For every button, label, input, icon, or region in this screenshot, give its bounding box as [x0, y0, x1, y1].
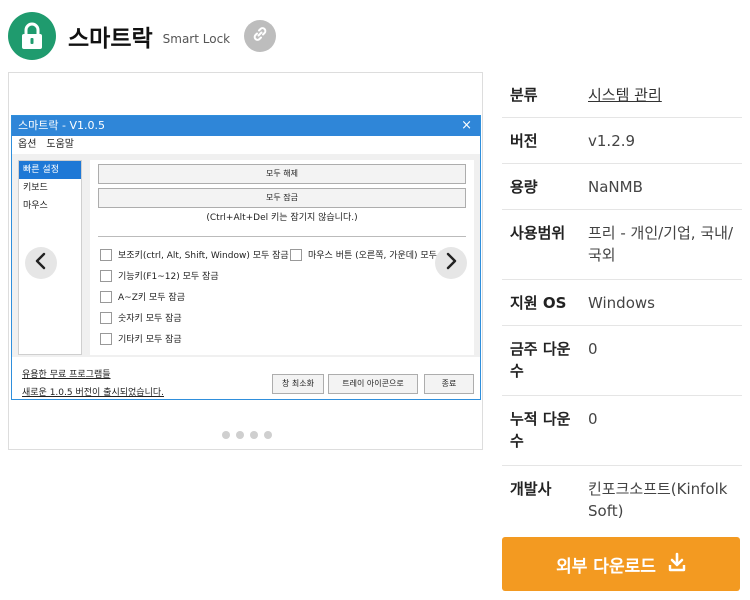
- window-titlebar: 스마트락 - V1.0.5 ×: [12, 116, 480, 136]
- sidebar-item-mouse[interactable]: 마우스: [19, 197, 81, 215]
- menu-options[interactable]: 옵션: [18, 136, 36, 154]
- window-menubar: 옵션 도움말: [12, 136, 480, 154]
- free-programs-link[interactable]: 유용한 무료 프로그램들: [22, 367, 111, 380]
- checkbox-label: 기능키(F1~12) 모두 잠금: [118, 272, 219, 282]
- info-row-version: 버전 v1.2.9: [502, 118, 742, 164]
- info-row-total-downloads: 누적 다운수 0: [502, 396, 742, 466]
- checkbox-label: 보조키(ctrl, Alt, Shift, Window) 모두 잠금: [118, 251, 289, 261]
- unlock-all-button[interactable]: 모두 해제: [98, 164, 466, 184]
- checkbox-box[interactable]: [100, 290, 112, 303]
- gallery-dot[interactable]: [221, 431, 230, 439]
- settings-panel: 모두 해제 모두 잠금 (Ctrl+Alt+Del 키는 잠기지 않습니다.) …: [90, 160, 474, 355]
- link-icon: [251, 25, 269, 47]
- app-subtitle: Smart Lock: [162, 32, 231, 46]
- info-value: NaNMB: [588, 178, 643, 196]
- menu-help[interactable]: 도움말: [46, 136, 74, 154]
- gallery-dot[interactable]: [263, 431, 272, 439]
- checkbox-modifier-keys[interactable]: 보조키(ctrl, Alt, Shift, Window) 모두 잠금: [100, 248, 289, 261]
- checkbox-box[interactable]: [100, 311, 112, 324]
- gallery-image: 스마트락 - V1.0.5 × 옵션 도움말 빠른 설정 키보드 마우스 모두 …: [11, 115, 481, 478]
- checkbox-label: A~Z키 모두 잠금: [118, 293, 185, 303]
- info-value: 0: [588, 410, 598, 428]
- window-footer: 유용한 무료 프로그램들 새로운 1.0.5 버전이 출시되었습니다. 창 최소…: [12, 359, 480, 399]
- gallery-next-button[interactable]: [435, 247, 467, 279]
- checkbox-box[interactable]: [100, 332, 112, 345]
- info-row-category: 분류 시스템 관리: [502, 72, 742, 118]
- window-title: 스마트락 - V1.0.5: [18, 119, 105, 132]
- info-label: 누적 다운수: [510, 410, 571, 450]
- info-label: 버전: [510, 132, 538, 150]
- app-header: 스마트락 Smart Lock: [8, 12, 277, 60]
- info-label: 지원 OS: [510, 294, 567, 312]
- sidebar-item-keyboard[interactable]: 키보드: [19, 179, 81, 197]
- gallery-pagination: [9, 431, 484, 439]
- info-row-weekly-downloads: 금주 다운수 0: [502, 326, 742, 396]
- info-value: 프리 - 개인/기업, 국내/국외: [588, 224, 733, 264]
- checkbox-other-keys[interactable]: 기타키 모두 잠금: [100, 332, 182, 345]
- checkbox-label: 기타키 모두 잠금: [118, 335, 182, 345]
- link-button[interactable]: [244, 20, 277, 52]
- chevron-right-icon: [444, 252, 458, 274]
- info-label: 사용범위: [510, 224, 566, 242]
- gallery-dot[interactable]: [235, 431, 244, 439]
- external-download-button[interactable]: 외부 다운로드: [502, 537, 740, 591]
- info-value: Windows: [588, 294, 655, 312]
- gallery-dot[interactable]: [249, 431, 258, 439]
- info-label: 분류: [510, 86, 538, 104]
- checkbox-label: 숫자키 모두 잠금: [118, 314, 182, 324]
- info-row-developer: 개발사 킨포크소프트(Kinfolk Soft): [502, 466, 742, 534]
- window-body: 빠른 설정 키보드 마우스 모두 해제 모두 잠금 (Ctrl+Alt+Del …: [12, 154, 480, 357]
- lock-icon: [8, 12, 56, 60]
- info-value: 0: [588, 340, 598, 358]
- checkbox-box[interactable]: [290, 248, 302, 261]
- app-title: 스마트락: [68, 26, 153, 52]
- tray-icon-button[interactable]: 트레이 아이콘으로: [328, 374, 418, 394]
- info-row-os: 지원 OS Windows: [502, 280, 742, 326]
- checkbox-box[interactable]: [100, 248, 112, 261]
- checkbox-function-keys[interactable]: 기능키(F1~12) 모두 잠금: [100, 269, 219, 282]
- close-icon[interactable]: ×: [461, 116, 472, 136]
- lock-all-button[interactable]: 모두 잠금: [98, 188, 466, 208]
- exit-button[interactable]: 종료: [424, 374, 474, 394]
- checkbox-letter-keys[interactable]: A~Z키 모두 잠금: [100, 290, 185, 303]
- info-label: 금주 다운수: [510, 340, 571, 380]
- download-button-label: 외부 다운로드: [556, 556, 656, 577]
- new-version-link[interactable]: 새로운 1.0.5 버전이 출시되었습니다.: [22, 385, 164, 398]
- checkbox-box[interactable]: [100, 269, 112, 282]
- info-row-license: 사용범위 프리 - 개인/기업, 국내/국외: [502, 210, 742, 280]
- checkbox-label: 마우스 버튼 (오른쪽, 가운데) 모두 잠금: [308, 251, 457, 261]
- ctrl-alt-del-note: (Ctrl+Alt+Del 키는 잠기지 않습니다.): [206, 213, 358, 223]
- screenshot-gallery: 스마트락 - V1.0.5 × 옵션 도움말 빠른 설정 키보드 마우스 모두 …: [8, 72, 483, 450]
- download-icon: [668, 552, 686, 577]
- gallery-prev-button[interactable]: [25, 247, 57, 279]
- chevron-left-icon: [34, 252, 48, 274]
- info-value: v1.2.9: [588, 132, 636, 150]
- info-value: 킨포크소프트(Kinfolk Soft): [588, 480, 728, 520]
- info-label: 개발사: [510, 480, 552, 498]
- info-label: 용량: [510, 178, 538, 196]
- program-window: 스마트락 - V1.0.5 × 옵션 도움말 빠른 설정 키보드 마우스 모두 …: [11, 115, 481, 400]
- checkbox-number-keys[interactable]: 숫자키 모두 잠금: [100, 311, 182, 324]
- minimize-window-button[interactable]: 창 최소화: [272, 374, 324, 394]
- program-info-table: 분류 시스템 관리 버전 v1.2.9 용량 NaNMB 사용범위 프리 - 개…: [502, 72, 742, 534]
- category-link[interactable]: 시스템 관리: [580, 72, 742, 117]
- divider: [98, 236, 466, 237]
- info-row-size: 용량 NaNMB: [502, 164, 742, 210]
- sidebar-item-quick-settings[interactable]: 빠른 설정: [19, 161, 81, 179]
